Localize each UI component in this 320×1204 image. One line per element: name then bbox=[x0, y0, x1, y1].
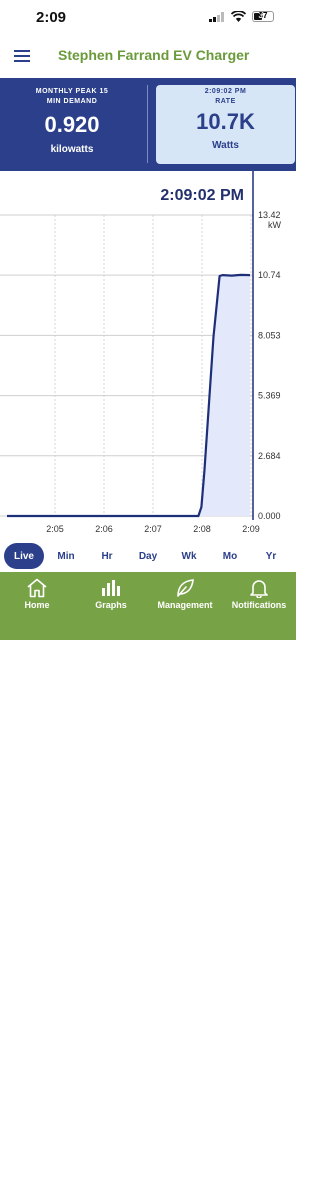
status-icons: 37 bbox=[209, 11, 274, 22]
app-header: Stephen Farrand EV Charger bbox=[0, 40, 296, 78]
live-chart[interactable]: 0.000 2.684 5.369 8.053 10.74 13.42 kW 2:05 2:06… bbox=[0, 171, 296, 541]
range-min-button[interactable]: Min bbox=[46, 543, 86, 569]
status-bar: 2:09 37 bbox=[0, 0, 296, 40]
nav-management[interactable]: Management bbox=[148, 578, 222, 610]
hamburger-menu-icon[interactable] bbox=[14, 49, 30, 63]
range-yr-button[interactable]: Yr bbox=[251, 543, 291, 569]
monthly-peak-value: 0.920 bbox=[44, 112, 100, 137]
y-tick-label: 13.42 bbox=[258, 210, 281, 220]
stats-panel: MONTHLY PEAK 15 MIN DEMAND 0.920 kilowat… bbox=[0, 78, 296, 171]
bar-chart-icon bbox=[102, 580, 120, 596]
range-wk-button[interactable]: Wk bbox=[169, 543, 209, 569]
leaf-icon bbox=[177, 579, 194, 597]
chart-current-time: 2:09:02 PM bbox=[160, 187, 244, 204]
home-icon bbox=[27, 578, 47, 598]
monthly-peak-unit: kilowatts bbox=[50, 144, 94, 155]
wifi-icon bbox=[231, 11, 246, 22]
battery-icon: 37 bbox=[252, 11, 274, 22]
bell-icon bbox=[250, 580, 268, 598]
app-title: Stephen Farrand EV Charger bbox=[58, 47, 250, 63]
rate-unit: Watts bbox=[212, 140, 239, 151]
x-tick-label: 2:06 bbox=[95, 524, 113, 534]
rate-card: 2:09:02 PM RATE 10.7K Watts bbox=[156, 85, 295, 164]
y-unit-label: kW bbox=[268, 220, 282, 230]
x-tick-label: 2:05 bbox=[46, 524, 64, 534]
range-mo-button[interactable]: Mo bbox=[210, 543, 250, 569]
stats-divider bbox=[147, 85, 148, 163]
bottom-nav: Home Graphs Management Notifications bbox=[0, 572, 296, 1204]
cellular-signal-icon bbox=[209, 11, 224, 22]
y-tick-label: 10.74 bbox=[258, 270, 281, 280]
y-tick-label: 2.684 bbox=[258, 451, 281, 461]
y-tick-label: 5.369 bbox=[258, 391, 281, 401]
range-day-button[interactable]: Day bbox=[128, 543, 168, 569]
range-live-button[interactable]: Live bbox=[4, 543, 44, 569]
range-hr-button[interactable]: Hr bbox=[87, 543, 127, 569]
x-tick-label: 2:09 bbox=[242, 524, 260, 534]
battery-level: 37 bbox=[258, 11, 268, 20]
monthly-peak-caption: MONTHLY PEAK 15 MIN DEMAND bbox=[35, 88, 109, 105]
chart-svg: 0.000 2.684 5.369 8.053 10.74 13.42kW 2:05 2:06… bbox=[0, 171, 282, 534]
x-tick-label: 2:07 bbox=[144, 524, 162, 534]
rate-value: 10.7K bbox=[196, 109, 255, 134]
y-tick-label: 0.000 bbox=[258, 511, 281, 521]
nav-graphs[interactable]: Graphs bbox=[74, 578, 148, 610]
nav-notifications[interactable]: Notifications bbox=[222, 578, 296, 610]
nav-home[interactable]: Home bbox=[0, 578, 74, 610]
y-tick-label: 8.053 bbox=[258, 330, 281, 340]
home-indicator bbox=[95, 1200, 201, 1204]
rate-caption: 2:09:02 PM RATE bbox=[204, 88, 247, 105]
monthly-peak-card: MONTHLY PEAK 15 MIN DEMAND 0.920 kilowat… bbox=[0, 78, 144, 171]
range-selector: Live Min Hr Day Wk Mo Yr bbox=[0, 542, 296, 570]
status-time: 2:09 bbox=[36, 9, 67, 26]
x-tick-label: 2:08 bbox=[193, 524, 211, 534]
